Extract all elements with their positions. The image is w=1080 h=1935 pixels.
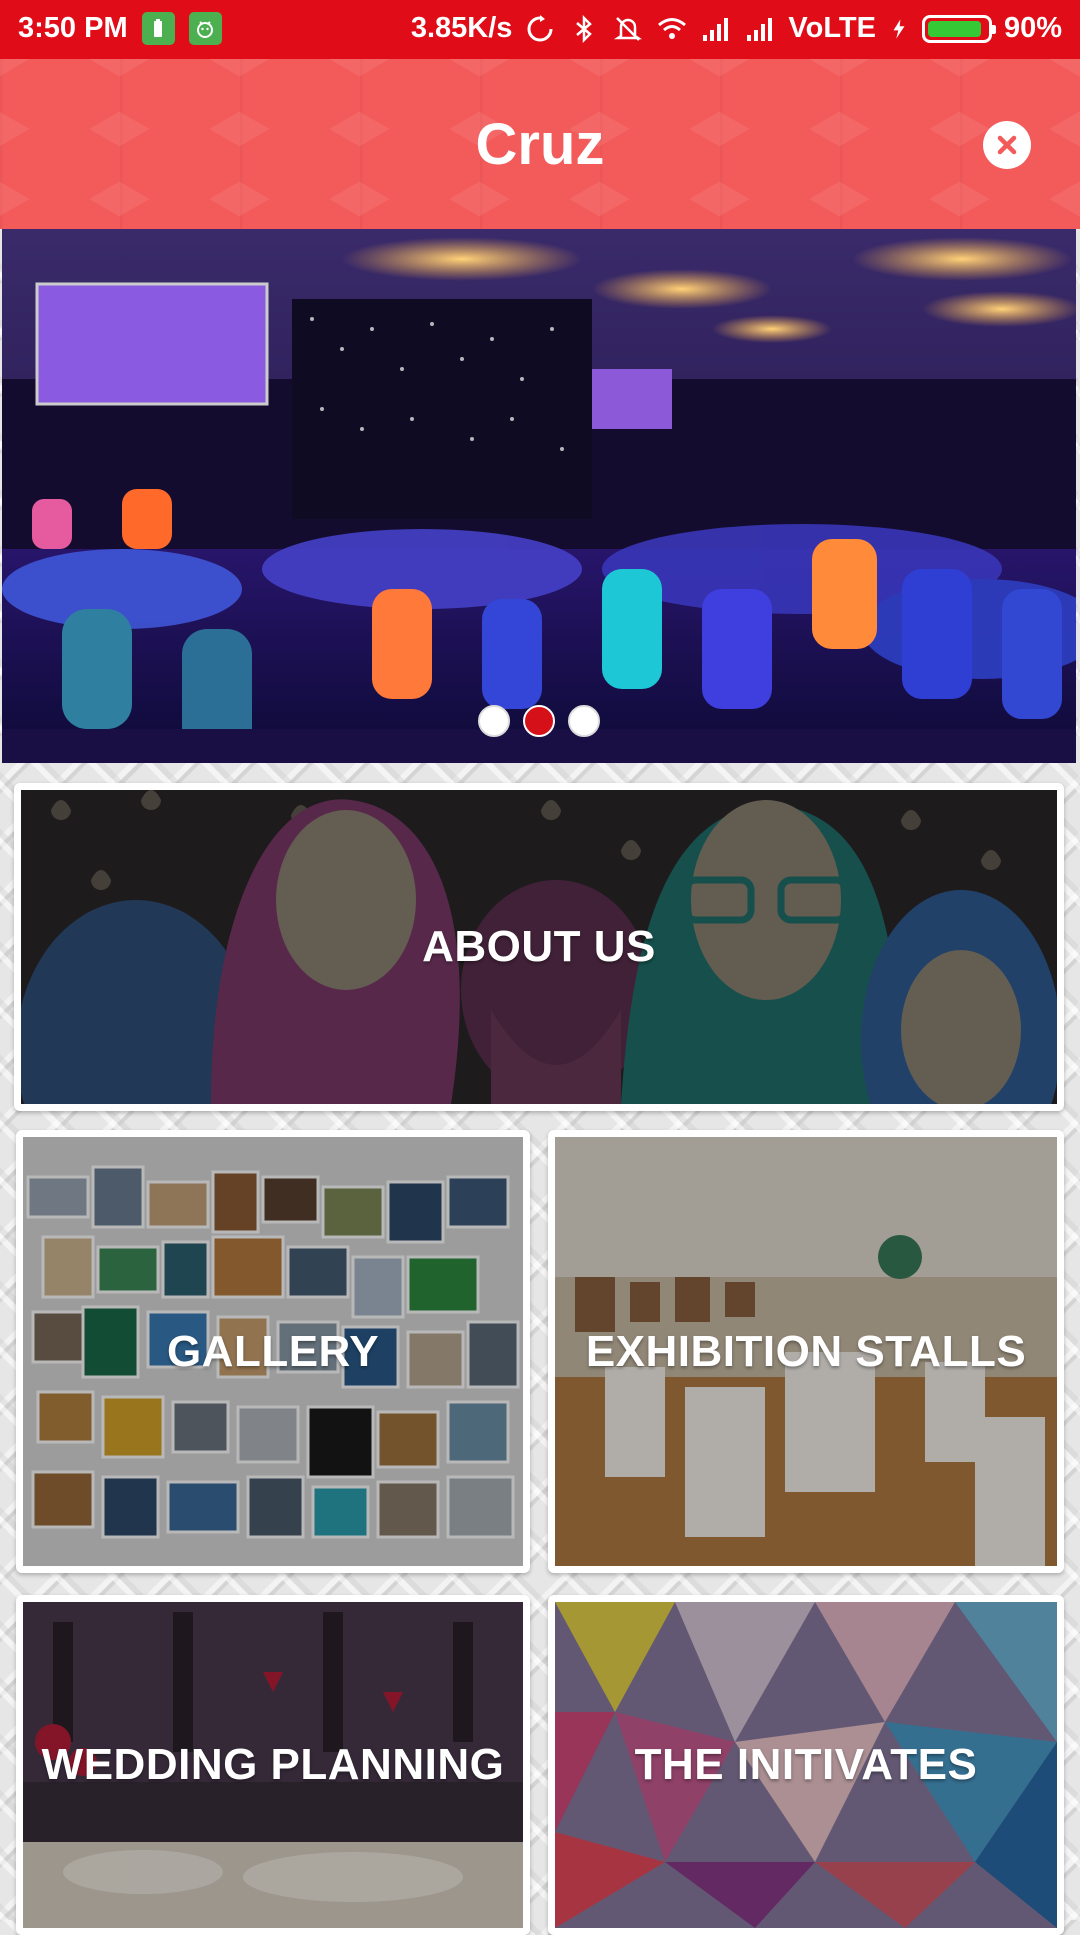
status-left: 3:50 PM	[18, 12, 222, 45]
app-header: Cruz	[0, 59, 1080, 229]
wedding-planning-tile[interactable]: WEDDING PLANNING	[16, 1595, 530, 1935]
status-bar: 3:50 PM 3.85K/s VoLTE 90%	[0, 0, 1080, 59]
battery-percent: 90%	[1003, 12, 1062, 44]
exhibition-stalls-label: EXHIBITION STALLS	[585, 1326, 1027, 1376]
about-us-label: ABOUT US	[422, 922, 656, 971]
battery-fill	[927, 20, 981, 37]
the-initiates-tile[interactable]: THE INITIVATES	[548, 1595, 1064, 1935]
banquet-hall-image	[2, 229, 1076, 763]
carousel-dot-2-active[interactable]	[523, 705, 555, 737]
network-speed: 3.85K/s	[410, 12, 513, 44]
wifi-icon	[658, 17, 687, 39]
signal-icon-1	[703, 17, 729, 41]
image-carousel[interactable]	[2, 229, 1076, 763]
exhibition-stalls-tile[interactable]: EXHIBITION STALLS	[548, 1130, 1064, 1573]
wedding-planning-label: WEDDING PLANNING	[41, 1740, 505, 1789]
close-button[interactable]	[983, 121, 1031, 169]
status-right: 3.85K/s VoLTE 90%	[411, 12, 1062, 45]
carousel-indicator	[2, 705, 1076, 737]
status-time: 3:50 PM	[18, 12, 128, 44]
bluetooth-icon	[576, 14, 593, 43]
about-us-tile[interactable]: ABOUT US	[14, 783, 1064, 1111]
the-initiates-label: THE INITIVATES	[634, 1740, 978, 1789]
android-app-icon	[188, 12, 222, 45]
page-title: Cruz	[475, 112, 605, 177]
network-type: VoLTE	[788, 12, 876, 44]
gallery-tile[interactable]: GALLERY	[16, 1130, 530, 1573]
carousel-dot-1[interactable]	[478, 705, 510, 737]
gallery-label: GALLERY	[166, 1326, 380, 1376]
sync-icon	[527, 14, 553, 41]
battery-icon	[921, 14, 996, 43]
carousel-dot-3[interactable]	[568, 705, 600, 737]
signal-icon-2	[747, 17, 773, 41]
charging-icon	[893, 18, 905, 39]
mute-icon	[614, 16, 643, 41]
battery-saver-icon	[141, 12, 175, 45]
close-icon	[997, 135, 1017, 155]
